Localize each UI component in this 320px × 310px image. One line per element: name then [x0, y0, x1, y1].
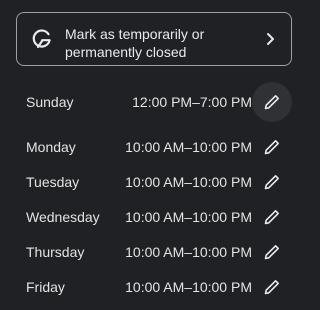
hours-row-friday: Friday 10:00 AM–10:00 PM	[0, 267, 310, 307]
pencil-icon	[264, 210, 279, 225]
mark-closed-line-2: permanently closed	[65, 44, 187, 60]
hours-row-tuesday: Tuesday 10:00 AM–10:00 PM	[0, 162, 310, 202]
hours-value: 10:00 AM–10:00 PM	[125, 174, 252, 190]
day-label: Sunday	[26, 94, 74, 110]
hours-value: 10:00 AM–10:00 PM	[125, 279, 252, 295]
google-g-icon	[31, 27, 53, 51]
hours-row-wednesday: Wednesday 10:00 AM–10:00 PM	[0, 197, 310, 237]
edit-hours-button[interactable]	[252, 232, 292, 272]
mark-closed-banner[interactable]: Mark as temporarily or permanently close…	[16, 12, 292, 66]
hours-row-thursday: Thursday 10:00 AM–10:00 PM	[0, 232, 310, 272]
edit-hours-button[interactable]	[252, 267, 292, 307]
hours-row-monday: Monday 10:00 AM–10:00 PM	[0, 127, 310, 167]
pencil-icon	[264, 140, 279, 155]
hours-value: 10:00 AM–10:00 PM	[125, 209, 252, 225]
day-label: Friday	[26, 279, 65, 295]
mark-closed-text: Mark as temporarily or permanently close…	[65, 25, 265, 61]
pencil-icon	[264, 280, 279, 295]
hours-value: 10:00 AM–10:00 PM	[125, 139, 252, 155]
chevron-right-icon	[265, 32, 275, 46]
pencil-icon	[264, 245, 279, 260]
hours-value: 10:00 AM–10:00 PM	[125, 244, 252, 260]
edit-hours-button[interactable]	[252, 197, 292, 237]
day-label: Wednesday	[26, 209, 100, 225]
pencil-icon	[264, 95, 279, 110]
edit-hours-button[interactable]	[252, 127, 292, 167]
mark-closed-line-1: Mark as temporarily or	[65, 26, 205, 42]
day-label: Thursday	[26, 244, 85, 260]
edit-hours-button[interactable]	[252, 82, 292, 122]
hours-value: 12:00 PM–7:00 PM	[132, 94, 252, 110]
hours-row-sunday: Sunday 12:00 PM–7:00 PM	[0, 82, 310, 122]
pencil-icon	[264, 175, 279, 190]
edit-hours-button[interactable]	[252, 162, 292, 202]
day-label: Monday	[26, 139, 76, 155]
day-label: Tuesday	[26, 174, 80, 190]
